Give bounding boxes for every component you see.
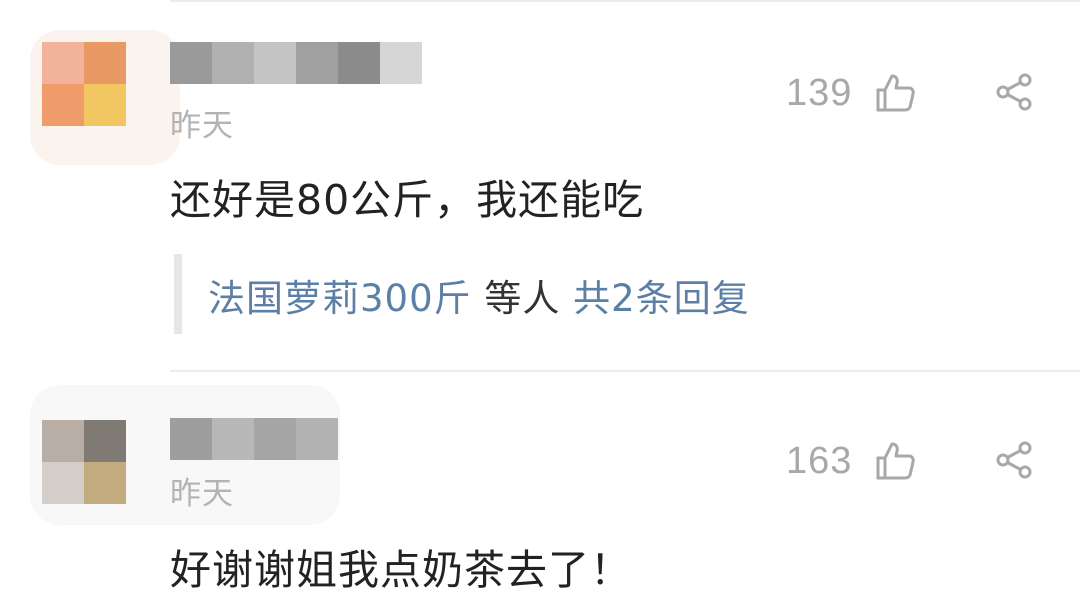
avatar-mosaic-cell	[42, 420, 84, 462]
username-mosaic-block	[380, 42, 422, 84]
username-mosaic-block	[170, 42, 212, 84]
like-count: 139	[786, 72, 853, 114]
reply-summary: 法国萝莉300斤 等人 共2条回复	[208, 268, 750, 322]
reply-author-names[interactable]: 法国萝莉300斤	[208, 277, 472, 320]
username-mosaic-block	[254, 418, 296, 460]
top-divider	[170, 0, 1080, 2]
avatar[interactable]	[42, 420, 126, 504]
like-count: 163	[786, 440, 853, 482]
username-mosaic-block	[212, 42, 254, 84]
comment-time: 昨天	[170, 476, 234, 512]
reply-preview[interactable]: 法国萝莉300斤 等人 共2条回复	[174, 254, 1054, 334]
username-mosaic-block	[296, 418, 338, 460]
share-icon[interactable]	[994, 72, 1034, 112]
comment-text: 好谢谢姐我点奶茶去了！	[170, 546, 632, 594]
username-mosaic-block	[296, 42, 338, 84]
avatar-mosaic-cell	[84, 420, 126, 462]
thumbs-up-icon[interactable]	[874, 72, 916, 114]
reply-others-label: 等人	[471, 277, 574, 320]
comment-time: 昨天	[170, 108, 234, 144]
avatar-mosaic-cell	[84, 84, 126, 126]
username-blurred[interactable]	[170, 418, 338, 460]
username-mosaic-block	[170, 418, 212, 460]
avatar-mosaic-cell	[84, 462, 126, 504]
username-mosaic-block	[212, 418, 254, 460]
avatar-mosaic-cell	[84, 42, 126, 84]
username-mosaic-block	[338, 42, 380, 84]
share-icon[interactable]	[994, 440, 1034, 480]
username-blurred[interactable]	[170, 42, 422, 84]
comment-list: 昨天 139 还好是80公斤，我还能吃 法国萝莉300斤 等人 共2条回复 昨天…	[0, 0, 1080, 609]
avatar[interactable]	[42, 42, 126, 126]
thumbs-up-icon[interactable]	[874, 440, 916, 482]
username-mosaic-block	[254, 42, 296, 84]
comment-divider	[170, 370, 1080, 372]
reply-indicator-bar	[174, 254, 182, 334]
reply-count-link[interactable]: 共2条回复	[573, 277, 750, 320]
avatar-mosaic-cell	[42, 462, 84, 504]
comment-text: 还好是80公斤，我还能吃	[170, 176, 645, 224]
avatar-mosaic-cell	[42, 84, 84, 126]
avatar-mosaic-cell	[42, 42, 84, 84]
